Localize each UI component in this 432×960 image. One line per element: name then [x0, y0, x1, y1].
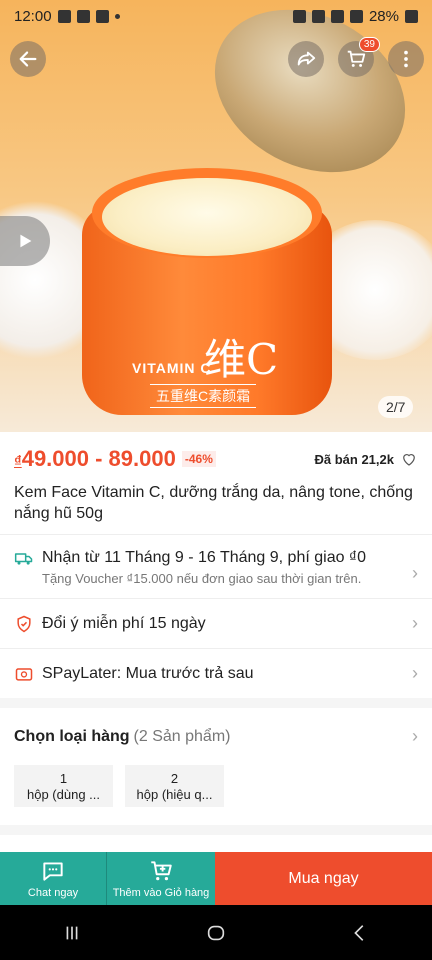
variant-option-label: hộp (dùng ... — [27, 787, 100, 802]
sold-count: Đã bán 21,2k — [314, 451, 395, 467]
variant-section[interactable]: Chọn loại hàng (2 Sản phẩm) › 1 hộp (dùn… — [0, 708, 432, 825]
price-section: ₫49.000 - 89.000 -46% Đã bán 21,2k Kem F… — [0, 432, 432, 534]
back-arrow-icon — [19, 51, 37, 67]
cream — [102, 178, 312, 256]
jar-glyph: 维C — [204, 335, 279, 384]
status-time: 12:00 — [14, 7, 52, 25]
price: ₫49.000 - 89.000 — [14, 446, 176, 472]
return-policy-text: Đổi ý miễn phí 15 ngày — [42, 614, 206, 632]
shopee-icon — [76, 9, 90, 23]
share-icon — [297, 51, 316, 66]
more-icon — [404, 50, 408, 68]
chat-icon — [43, 862, 63, 881]
image-counter: 2/7 — [378, 396, 414, 418]
return-policy-row[interactable]: Đổi ý miễn phí 15 ngày › — [0, 598, 432, 648]
back-nav-icon[interactable] — [349, 922, 371, 944]
gallery-icon — [95, 9, 109, 23]
recent-apps-icon[interactable] — [61, 922, 83, 944]
shipping-text: Nhận từ 11 Tháng 9 - 16 Tháng 9, phí gia… — [42, 549, 367, 566]
battery-icon — [405, 9, 418, 23]
signal-icon — [349, 9, 363, 23]
mute-icon — [311, 9, 325, 23]
add-cart-icon — [151, 861, 172, 881]
jar-subtitle: 五重维C素颜霜 — [150, 384, 257, 408]
variant-count: (2 Sản phẩm) — [133, 727, 231, 745]
paylater-icon — [15, 667, 33, 681]
buy-now-button[interactable]: Mua ngay — [215, 852, 432, 905]
variant-option[interactable]: 2 hộp (hiệu q... — [125, 765, 224, 807]
add-to-cart-button[interactable]: Thêm vào Giỏ hàng — [107, 852, 215, 905]
wifi-icon — [330, 9, 344, 23]
battery-level: 28% — [368, 7, 399, 25]
chevron-right-icon: › — [412, 613, 418, 633]
variant-option-label: hộp (hiệu q... — [136, 787, 213, 802]
more-button[interactable] — [388, 41, 424, 77]
jar-brand: VITAMIN C — [132, 360, 212, 376]
cart-count-badge: 39 — [358, 37, 380, 52]
truck-icon — [14, 553, 33, 565]
variant-option[interactable]: 1 hộp (dùng ... — [14, 765, 113, 807]
lock-icon — [292, 9, 306, 23]
variant-title: Chọn loại hàng — [14, 727, 130, 745]
shield-icon — [17, 615, 31, 632]
chevron-right-icon: › — [412, 663, 418, 683]
cart-button[interactable]: 39 — [338, 37, 380, 77]
facebook-icon — [57, 9, 71, 23]
price-currency: ₫ — [14, 453, 22, 470]
notification-dot-icon — [114, 13, 120, 19]
price-range: 49.000 - 89.000 — [21, 446, 176, 471]
chat-label: Chat ngay — [27, 887, 79, 899]
heart-icon[interactable] — [400, 450, 418, 468]
system-nav-bar — [0, 905, 432, 960]
shipping-voucher-text: Tặng Voucher ₫15.000 nếu đơn giao sau th… — [42, 571, 362, 586]
variant-option-qty: 2 — [170, 771, 179, 786]
chevron-right-icon: › — [412, 563, 418, 583]
status-bar: 12:00 28% — [0, 0, 432, 32]
paylater-row[interactable]: SPayLater: Mua trước trả sau › — [0, 648, 432, 698]
play-video-button[interactable] — [0, 216, 50, 266]
bottom-action-bar: Chat ngay Thêm vào Giỏ hàng Mua ngay — [0, 852, 432, 905]
add-cart-label: Thêm vào Giỏ hàng — [112, 887, 210, 899]
play-icon — [20, 234, 32, 248]
variant-option-qty: 1 — [59, 771, 68, 786]
back-button[interactable] — [10, 41, 46, 77]
home-icon[interactable] — [205, 922, 227, 944]
chevron-right-icon: › — [412, 726, 418, 746]
product-title: Kem Face Vitamin C, dưỡng trắng da, nâng… — [14, 484, 413, 522]
chat-button[interactable]: Chat ngay — [0, 852, 107, 905]
shipping-row[interactable]: Nhận từ 11 Tháng 9 - 16 Tháng 9, phí gia… — [0, 534, 432, 598]
paylater-text: SPayLater: Mua trước trả sau — [42, 664, 254, 682]
share-button[interactable] — [288, 41, 324, 77]
discount-badge: -46% — [181, 451, 216, 467]
